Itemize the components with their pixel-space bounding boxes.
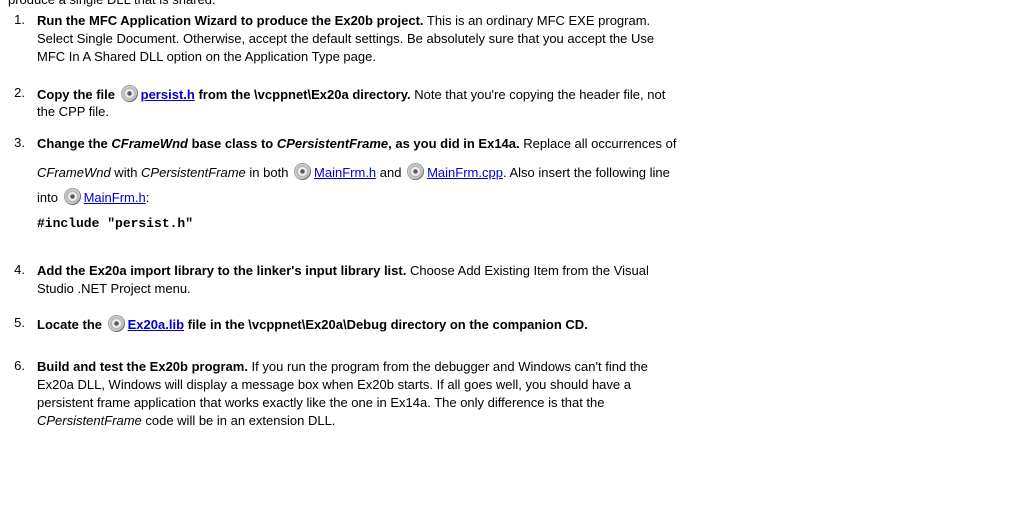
class-name: CPersistentFrame: [37, 413, 142, 428]
step-number: 5.: [14, 315, 25, 330]
step-title-part: file in the \vcppnet\Ex20a\Debug directo…: [184, 317, 588, 332]
step-line: Build and test the Ex20b program. If you…: [37, 358, 1015, 376]
cd-icon: [294, 163, 312, 180]
step-number: 3.: [14, 135, 25, 150]
step-body: Run the MFC Application Wizard to produc…: [37, 12, 1015, 66]
step-line: Copy the file persist.h from the \vcppne…: [37, 85, 1015, 103]
step-line: the CPP file.: [37, 104, 110, 119]
step-text: This is an ordinary MFC EXE program.: [423, 13, 651, 28]
step-line: persistent frame application that works …: [37, 395, 605, 410]
step-number: 6.: [14, 358, 25, 373]
step-body: Copy the file persist.h from the \vcppne…: [37, 85, 1015, 121]
clipped-top-text: produce a single DLL that is shared.: [8, 0, 216, 8]
step-title-part: Change the: [37, 136, 112, 151]
class-name: CFrameWnd: [37, 165, 111, 180]
step-line: CPersistentFrame code will be in an exte…: [37, 412, 1015, 430]
step-text: Note that you're copying the header file…: [410, 87, 666, 102]
step-line: MFC In A Shared DLL option on the Applic…: [37, 49, 376, 64]
step-line: Select Single Document. Otherwise, accep…: [37, 31, 655, 46]
class-name: CPersistentFrame: [141, 165, 246, 180]
step-text: :: [145, 190, 150, 205]
step-line: Locate the Ex20a.lib file in the \vcppne…: [37, 315, 1015, 333]
step-title-part: base class to: [187, 136, 277, 151]
step-title: Run the MFC Application Wizard to produc…: [37, 13, 424, 28]
step-line: Add the Ex20a import library to the link…: [37, 262, 1015, 280]
step-line: #include "persist.h": [37, 214, 1015, 232]
step-text: Replace all occurrences of: [519, 136, 677, 151]
cd-icon: [63, 188, 81, 205]
step-title-part: Locate the: [37, 317, 103, 332]
step-title-part: , as you did in Ex14a.: [388, 136, 520, 151]
step-text: in both: [245, 165, 293, 180]
class-name: CFrameWnd: [111, 136, 188, 151]
step-number: 1.: [14, 12, 25, 27]
step-title: Change the CFrameWnd base class to CPers…: [37, 136, 520, 151]
cd-icon: [407, 163, 425, 180]
step-title: Build and test the Ex20b program.: [37, 359, 248, 374]
step-number: 2.: [14, 85, 25, 100]
step-number: 4.: [14, 262, 25, 277]
step-body: Build and test the Ex20b program. If you…: [37, 358, 1015, 430]
step-title-part: Copy the file: [37, 87, 116, 102]
step-title: Add the Ex20a import library to the link…: [37, 263, 407, 278]
step-line: CFrameWnd with CPersistentFrame in both …: [37, 160, 1015, 185]
step-body: Locate the Ex20a.lib file in the \vcppne…: [37, 315, 1015, 333]
step-line: Ex20a DLL, Windows will display a messag…: [37, 377, 631, 392]
step-title: Locate the Ex20a.lib file in the \vcppne…: [37, 315, 588, 332]
mainfrm-h-link[interactable]: MainFrm.h: [314, 165, 376, 180]
step-line: Studio .NET Project menu.: [37, 281, 191, 296]
class-name: CPersistentFrame: [276, 136, 389, 151]
step-text: with: [110, 165, 142, 180]
step-line: Run the MFC Application Wizard to produc…: [37, 12, 1015, 30]
cd-icon: [120, 85, 138, 102]
step-body: Change the CFrameWnd base class to CPers…: [37, 135, 1015, 232]
step-text: and: [376, 165, 406, 180]
cd-icon: [107, 315, 125, 332]
ex20a-lib-link[interactable]: Ex20a.lib: [128, 317, 184, 332]
step-text: Choose Add Existing Item from the Visual: [406, 263, 649, 278]
persist-h-link[interactable]: persist.h: [141, 87, 195, 102]
step-line: into MainFrm.h:: [37, 185, 1015, 210]
step-body: Add the Ex20a import library to the link…: [37, 262, 1015, 298]
mainfrm-h-link[interactable]: MainFrm.h: [84, 190, 146, 205]
step-title: Copy the file persist.h from the \vcppne…: [37, 85, 411, 102]
step-text: code will be in an extension DLL.: [141, 413, 336, 428]
code-snippet: #include "persist.h": [37, 216, 194, 231]
mainfrm-cpp-link[interactable]: MainFrm.cpp: [427, 165, 503, 180]
step-text: into: [37, 190, 62, 205]
step-title-part: from the \vcppnet\Ex20a directory.: [194, 87, 411, 102]
step-line: Change the CFrameWnd base class to CPers…: [37, 135, 1015, 160]
step-text: If you run the program from the debugger…: [247, 359, 648, 374]
step-text: . Also insert the following line: [502, 165, 670, 180]
